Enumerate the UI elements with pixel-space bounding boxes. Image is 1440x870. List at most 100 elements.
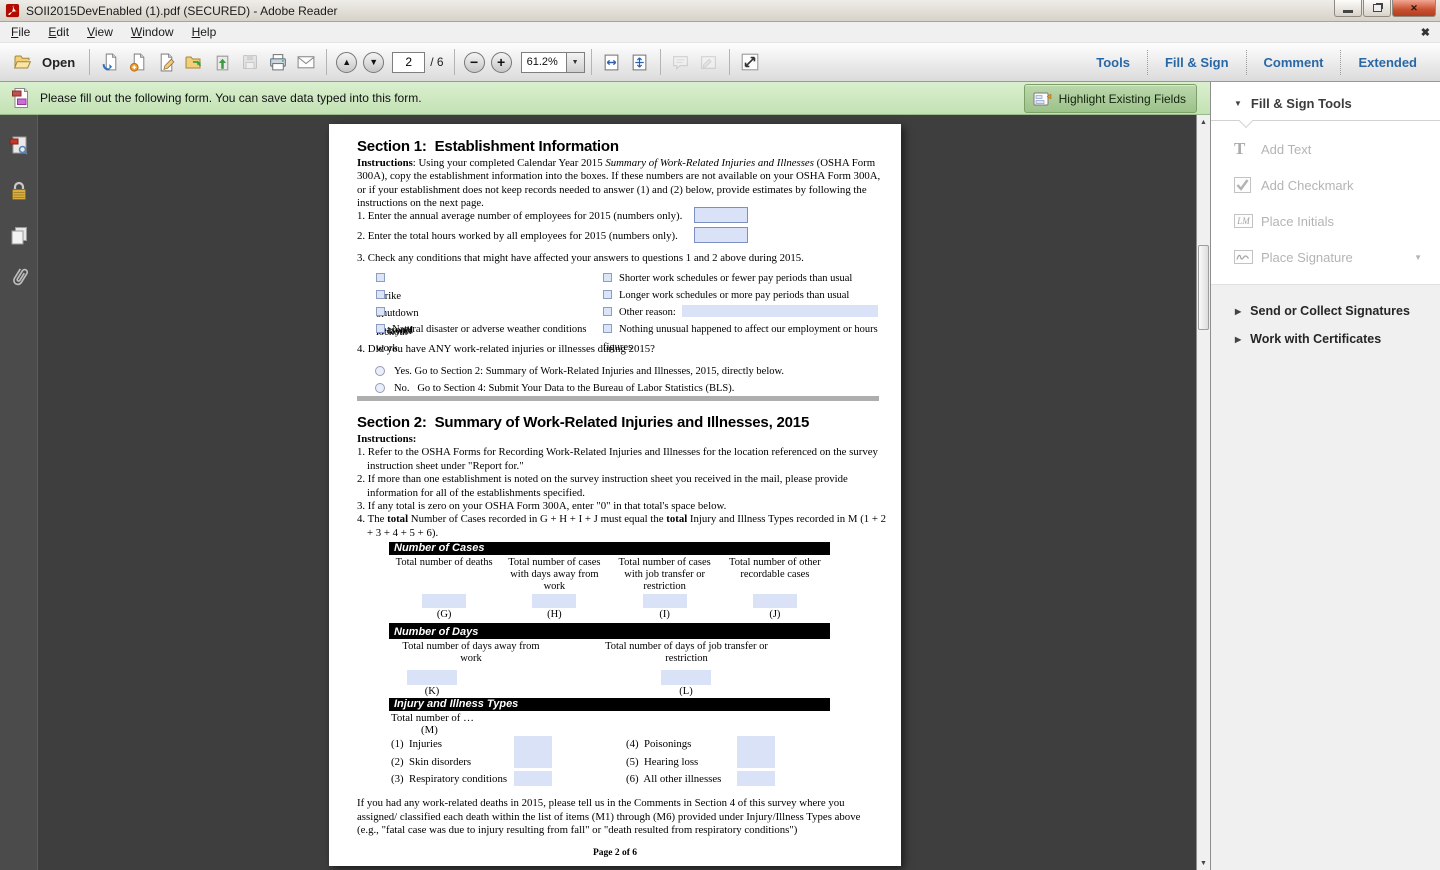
main-content: Please fill out the following form. You … — [0, 82, 1440, 870]
tab-comment[interactable]: Comment — [1246, 50, 1341, 75]
minimize-button[interactable] — [1334, 0, 1362, 17]
pages-panel-button[interactable] — [4, 221, 34, 251]
envelope-icon — [296, 54, 316, 70]
paperclip-icon — [7, 264, 31, 290]
zoom-level-value[interactable]: 61.2% — [521, 52, 567, 73]
shutdown-checkbox[interactable] — [376, 290, 385, 299]
save-button[interactable] — [236, 49, 264, 76]
close-document-icon[interactable]: ✖ — [1421, 26, 1430, 39]
instruction-text: Number of Cases recorded in G + H + I + … — [408, 513, 666, 525]
field-J[interactable] — [753, 594, 797, 608]
toolbar-separator — [660, 49, 661, 75]
seasonal-checkbox[interactable] — [376, 307, 385, 316]
strike-checkbox[interactable] — [376, 273, 385, 282]
window-title: SOII2015DevEnabled (1).pdf (SECURED) - A… — [26, 4, 338, 18]
next-page-button[interactable]: ▼ — [363, 52, 384, 73]
fit-width-button[interactable] — [598, 49, 626, 76]
page-number-input[interactable] — [392, 52, 425, 73]
page-thumbnails-icon — [7, 134, 31, 158]
comment-button[interactable] — [667, 49, 695, 76]
previous-page-button[interactable]: ▲ — [336, 52, 357, 73]
scrollbar-thumb[interactable] — [1198, 245, 1209, 330]
export-pdf-button[interactable] — [124, 49, 152, 76]
zoom-dropdown-button[interactable]: ▼ — [567, 52, 585, 73]
menu-view[interactable]: View — [78, 23, 122, 41]
other-reason-field[interactable] — [682, 305, 878, 317]
column-letter: (K) — [407, 686, 457, 697]
toolbar-separator — [729, 49, 730, 75]
question1-row: 1. Enter the annual average number of em… — [357, 210, 887, 222]
employees-count-field[interactable] — [694, 207, 748, 223]
tool-label: Add Text — [1261, 142, 1311, 157]
zoom-out-button[interactable]: − — [464, 52, 485, 73]
menu-file[interactable]: File — [2, 23, 39, 41]
highlight-existing-fields-button[interactable]: Highlight Existing Fields — [1024, 84, 1197, 113]
place-signature-tool[interactable]: Place Signature ▼ — [1211, 239, 1440, 275]
field-M1-M2[interactable] — [514, 736, 552, 768]
zoom-level-combo[interactable]: 61.2% ▼ — [521, 52, 585, 73]
group-label: Work with Certificates — [1250, 332, 1381, 346]
close-button[interactable]: ✕ — [1392, 0, 1436, 17]
question4-text: 4. Did you have ANY work-related injurie… — [357, 343, 655, 355]
scroll-up-button[interactable]: ▲ — [1197, 115, 1210, 129]
place-initials-tool[interactable]: LM Place Initials — [1211, 203, 1440, 239]
upload-document-button[interactable] — [208, 49, 236, 76]
menu-window[interactable]: Window — [122, 23, 183, 41]
document-canvas[interactable]: Section 1: Establishment Information Ins… — [38, 115, 1196, 870]
tab-tools[interactable]: Tools — [1079, 50, 1147, 75]
nothing-unusual-checkbox[interactable] — [603, 324, 612, 333]
fill-sign-tools-header[interactable]: ▼ Fill & Sign Tools — [1211, 82, 1440, 121]
checkbox-row: Longer work schedules or more pay period… — [603, 285, 893, 303]
add-text-tool[interactable]: T Add Text — [1211, 131, 1440, 167]
zoom-in-button[interactable]: + — [491, 52, 512, 73]
attachments-panel-button[interactable] — [4, 262, 34, 292]
save-copy-button[interactable] — [96, 49, 124, 76]
page-thumbnails-button[interactable] — [4, 131, 34, 161]
question2-text: 2. Enter the total hours worked by all e… — [357, 230, 678, 242]
security-settings-button[interactable] — [4, 176, 34, 206]
tab-extended[interactable]: Extended — [1340, 50, 1434, 75]
add-checkmark-tool[interactable]: Add Checkmark — [1211, 167, 1440, 203]
field-G[interactable] — [422, 594, 466, 608]
shorter-schedules-checkbox[interactable] — [603, 273, 612, 282]
signature-tool-button[interactable] — [695, 49, 723, 76]
instruction-item: 4. The total Number of Cases recorded in… — [357, 513, 887, 540]
other-reason-checkbox[interactable] — [603, 307, 612, 316]
save-copy-icon — [101, 53, 120, 72]
field-I[interactable] — [643, 594, 687, 608]
types-section: Total number of … (M) (1) Injuries (2) S… — [389, 711, 830, 791]
menu-help[interactable]: Help — [183, 23, 226, 41]
field-K[interactable] — [407, 670, 457, 685]
types-note: Total number of … — [391, 712, 474, 724]
print-button[interactable] — [264, 49, 292, 76]
longer-schedules-checkbox[interactable] — [603, 290, 612, 299]
work-with-certificates-group[interactable]: ▶ Work with Certificates — [1211, 325, 1440, 353]
restore-button[interactable] — [1363, 0, 1391, 17]
send-collect-signatures-group[interactable]: ▶ Send or Collect Signatures — [1211, 297, 1440, 325]
highlight-fields-icon — [1032, 90, 1052, 108]
disaster-checkbox[interactable] — [376, 324, 385, 333]
field-H[interactable] — [532, 594, 576, 608]
menu-edit[interactable]: Edit — [39, 23, 78, 41]
email-button[interactable] — [292, 49, 320, 76]
fit-page-button[interactable] — [626, 49, 654, 76]
open-button[interactable]: Open — [6, 51, 83, 73]
tool-label: Place Initials — [1261, 214, 1334, 229]
main-toolbar: Open ▲ ▼ / 6 − + — [0, 43, 1440, 82]
sign-document-button[interactable] — [152, 49, 180, 76]
field-M6[interactable] — [737, 771, 775, 786]
share-file-button[interactable] — [180, 49, 208, 76]
chevron-right-icon: ▶ — [1235, 335, 1241, 344]
field-M3[interactable] — [514, 771, 552, 786]
hours-worked-field[interactable] — [694, 227, 748, 243]
field-L[interactable] — [661, 670, 711, 685]
toolbar-separator — [454, 49, 455, 75]
tab-fill-and-sign[interactable]: Fill & Sign — [1147, 50, 1246, 75]
scroll-down-button[interactable]: ▼ — [1197, 856, 1210, 870]
field-M4-M5[interactable] — [737, 736, 775, 768]
vertical-scrollbar[interactable]: ▲ ▼ — [1196, 115, 1210, 870]
no-radio[interactable] — [375, 383, 385, 393]
fullscreen-button[interactable] — [736, 49, 764, 76]
yes-radio[interactable] — [375, 366, 385, 376]
arrow-down-icon: ▼ — [369, 57, 378, 67]
